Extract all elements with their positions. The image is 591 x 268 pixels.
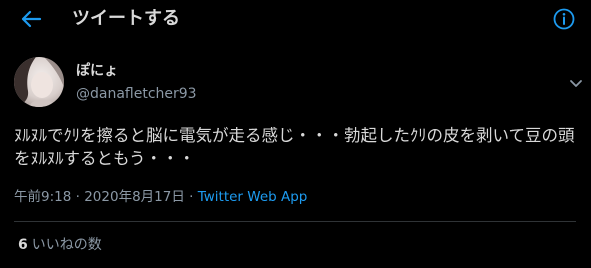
tweet-text: ﾇﾙﾇﾙでｸﾘを擦ると脳に電気が走る感じ・・・勃起したｸﾘの皮を剥いて豆の頭をﾇ…	[14, 126, 575, 168]
display-name[interactable]: ぽにょ	[76, 62, 118, 80]
back-button[interactable]	[18, 7, 44, 31]
likes-count: 6	[18, 237, 28, 253]
info-icon	[553, 8, 575, 30]
user-handle[interactable]: @danafletcher93	[76, 85, 197, 103]
chevron-down-icon	[570, 80, 582, 87]
profile-photo-icon	[14, 57, 64, 107]
avatar[interactable]	[14, 57, 64, 107]
meta-separator: ·	[189, 189, 194, 205]
meta-separator: ·	[75, 189, 80, 205]
more-options-button[interactable]	[567, 74, 585, 92]
info-button[interactable]	[552, 7, 576, 31]
tweet-date[interactable]: 2020年8月17日	[84, 189, 185, 205]
divider	[14, 221, 576, 222]
tweet-time[interactable]: 午前9:18	[14, 189, 71, 205]
tweet-source-link[interactable]: Twitter Web App	[198, 189, 308, 205]
likes-stat[interactable]: 6 いいねの数	[18, 236, 102, 254]
arrow-left-icon	[21, 10, 42, 28]
likes-label: いいねの数	[31, 237, 102, 253]
page-header: ツイートする	[0, 0, 591, 38]
page-title: ツイートする	[72, 8, 180, 29]
tweet-metadata: 午前9:18 · 2020年8月17日 · Twitter Web App	[14, 188, 307, 206]
